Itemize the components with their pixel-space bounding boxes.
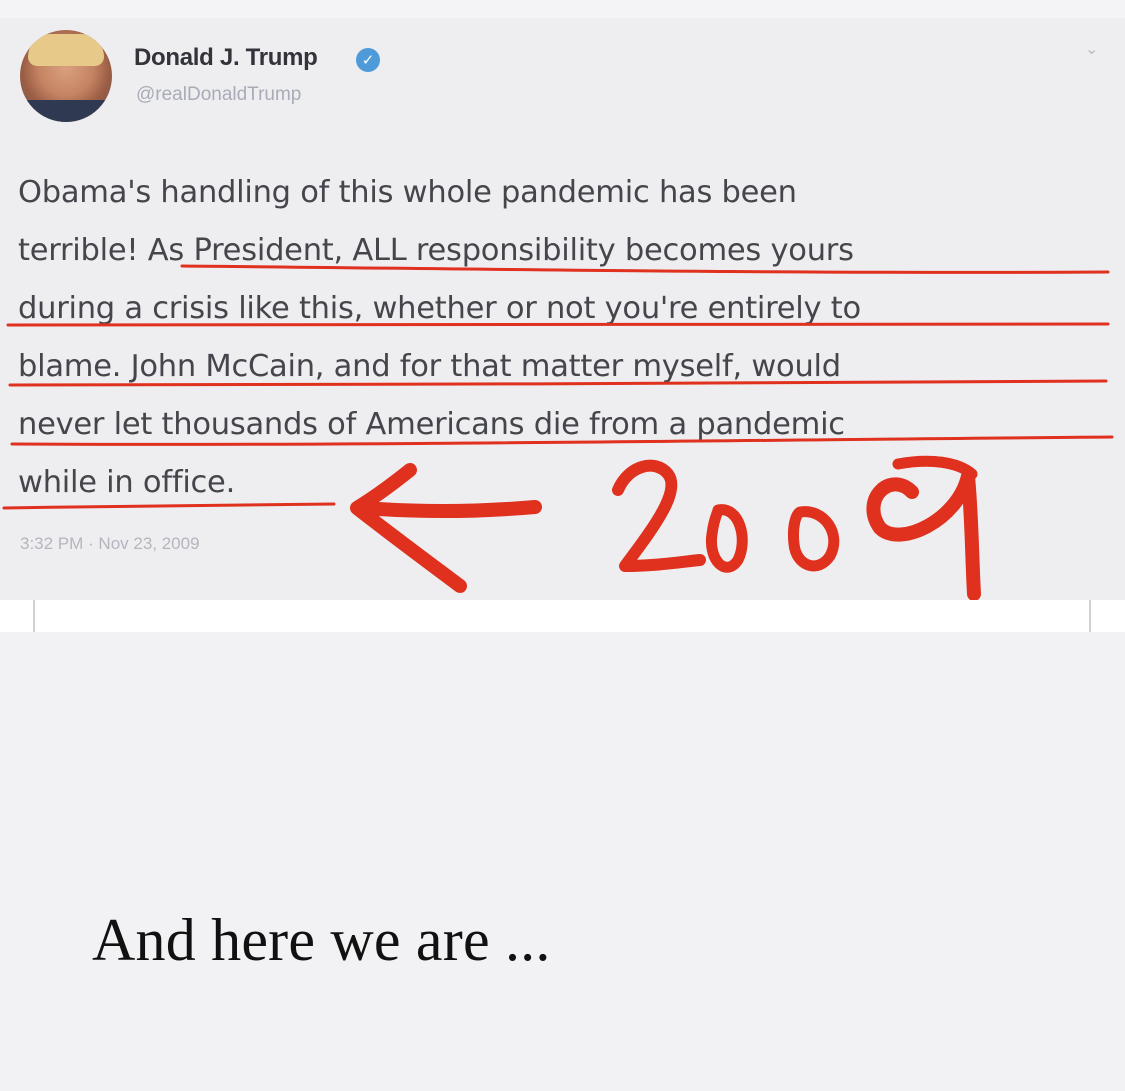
tweet-line-5: never let thousands of Americans die fro… — [18, 407, 845, 442]
tweet-text: Obama's handling of this whole pandemic … — [18, 164, 1118, 512]
user-handle: @realDonaldTrump — [136, 84, 302, 105]
divider-right-edge — [1089, 600, 1091, 632]
divider-strip — [0, 600, 1125, 632]
avatar-suit — [20, 100, 112, 122]
digit-0b — [788, 506, 840, 572]
display-name: Donald J. Trump — [134, 44, 318, 71]
tweet-line-2: terrible! As President, ALL responsibili… — [18, 233, 854, 268]
avatar — [20, 30, 112, 122]
top-band — [0, 0, 1125, 18]
divider-left-edge — [33, 600, 35, 632]
avatar-hair — [28, 34, 104, 66]
chevron-down-icon: ⌄ — [1085, 39, 1099, 58]
tweet-line-1: Obama's handling of this whole pandemic … — [18, 175, 797, 210]
tweet-line-3: during a crisis like this, whether or no… — [18, 291, 861, 326]
verified-check-icon: ✓ — [356, 48, 380, 72]
tweet-screenshot: Donald J. Trump ✓ @realDonaldTrump ⌄ Oba… — [0, 0, 1125, 600]
tweet-line-4: blame. John McCain, and for that matter … — [18, 349, 841, 384]
tweet-line-6: while in office. — [18, 465, 236, 500]
tweet-timestamp: 3:32 PM · Nov 23, 2009 — [20, 534, 200, 553]
digit-0 — [705, 504, 748, 573]
story-caption: And here we are ... — [92, 907, 551, 973]
story-screen: Donald J. Trump ✓ @realDonaldTrump ⌄ Oba… — [0, 0, 1125, 1091]
